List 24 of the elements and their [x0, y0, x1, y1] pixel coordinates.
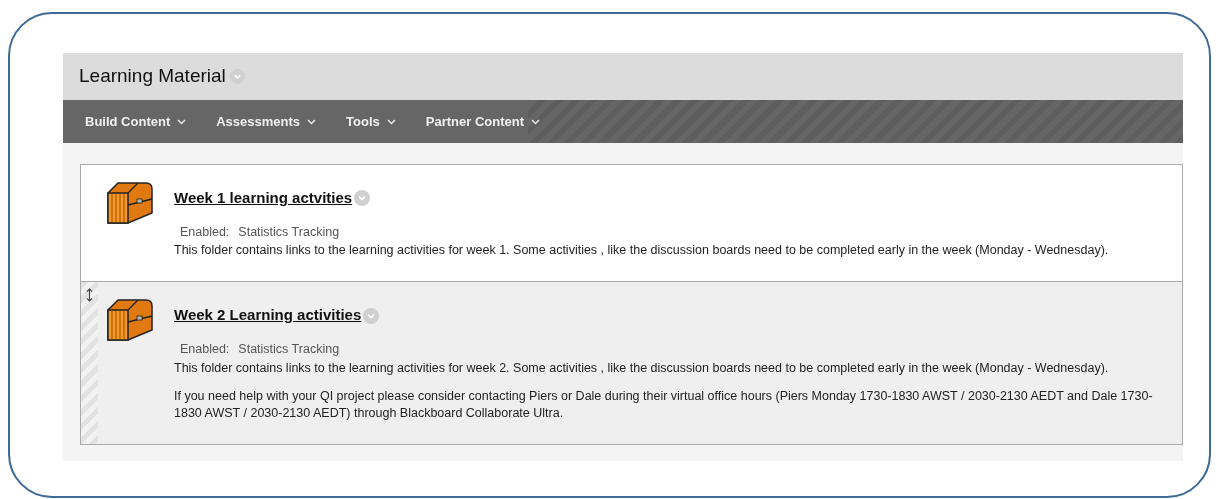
chevron-circle-icon[interactable] [363, 307, 380, 324]
chevron-circle-icon[interactable] [229, 69, 245, 84]
folder-title-link[interactable]: Week 2 Learning activities [174, 304, 362, 327]
menu-button[interactable]: Tools [346, 111, 396, 132]
enabled-value: Statistics Tracking [238, 223, 340, 241]
description-text: If you need help with your QI project please consider contacting Piers or Dale during their virtual office hours (Piers Monday 1730-1830 AWST / 2030-2130 AEDT and Dale 1730-1830 AWST / 2030-2130 AEDT) through Blackboard Collaborate Ultra. [174, 387, 1154, 422]
menu-button[interactable]: Partner Content [425, 111, 540, 132]
enabled-label: Enabled: [180, 223, 230, 241]
description-text: This folder contains links to the learning activities for week 1. Some activities , like the discussion boards need to be completed early in the week (Monday - Wednesday). [174, 242, 1109, 260]
enabled-value: Statistics Tracking [238, 340, 340, 358]
menu-button[interactable]: Build Content [85, 111, 187, 132]
description-text: This folder contains links to the learning activities for week 2. Some activities , like the discussion boards need to be completed early in the week (Monday - Wednesday). [174, 359, 1110, 377]
chevron-down-icon [531, 118, 540, 125]
enabled-label: Enabled: [180, 340, 230, 358]
folder-icon [106, 296, 154, 343]
folder-icon [106, 179, 154, 225]
folder-title-link[interactable]: Week 1 learning actvities [174, 187, 353, 210]
menu-button[interactable]: Assessments [216, 111, 317, 132]
page-title: Learning Material [79, 64, 226, 89]
chevron-circle-icon[interactable] [354, 190, 371, 207]
chevron-down-icon [307, 118, 317, 125]
drag-handle-icon[interactable] [86, 288, 93, 303]
chevron-down-icon [386, 118, 396, 125]
chevron-down-icon [177, 118, 187, 125]
